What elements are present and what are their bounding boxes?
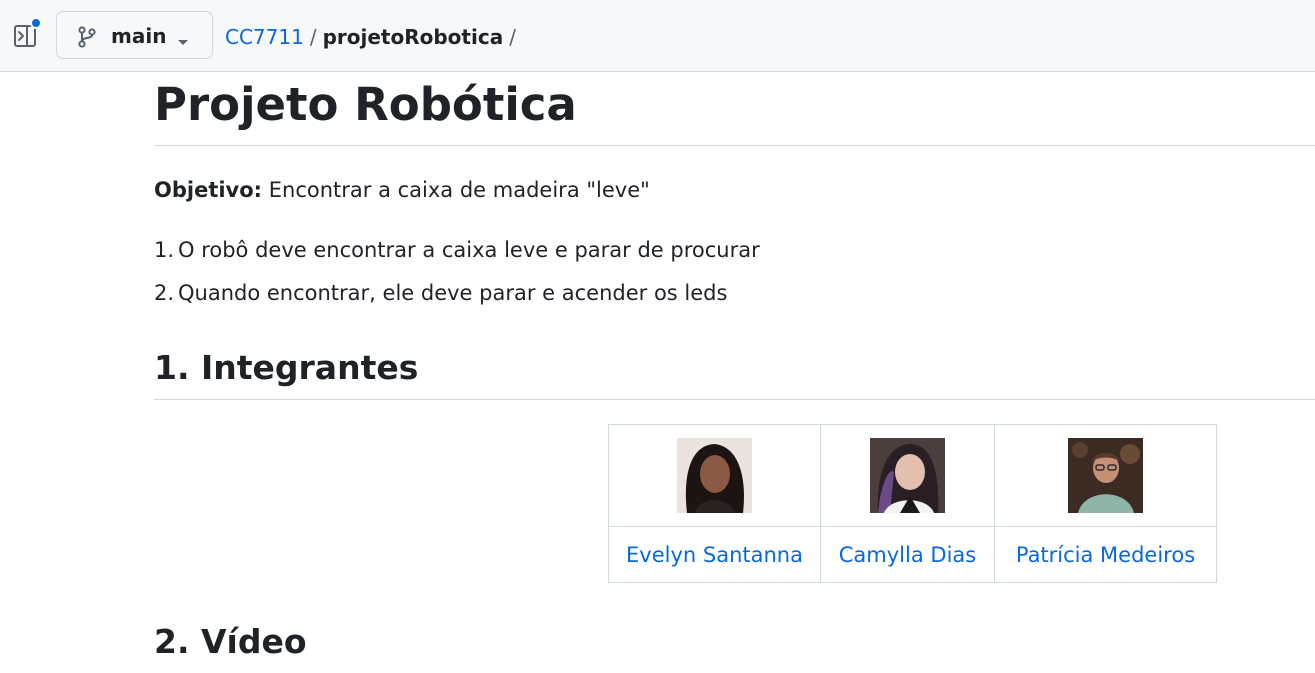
member-photo-cell [608, 424, 821, 527]
breadcrumb-repo: projetoRobotica [322, 25, 504, 49]
member-name-link[interactable]: Evelyn Santanna [608, 526, 821, 583]
member-name-link[interactable]: Camylla Dias [820, 526, 995, 583]
breadcrumb-owner-link[interactable]: CC7711 [225, 25, 304, 49]
branch-label: main [111, 24, 167, 48]
notification-dot [30, 17, 42, 29]
list-item-number: 1. [154, 238, 175, 262]
avatar[interactable] [870, 438, 945, 513]
section-heading-integrantes: 1. Integrantes [154, 348, 419, 387]
member-photo-cell [994, 424, 1217, 527]
list-item-number: 2. [154, 281, 175, 305]
objective-paragraph: Objetivo: Encontrar a caixa de madeira "… [154, 176, 650, 204]
breadcrumb-separator: / [509, 25, 516, 49]
members-table: Evelyn Santanna Camylla Dias Patrícia Me… [608, 424, 1217, 583]
member-photo-cell [820, 424, 995, 527]
branch-selector-button[interactable]: main [56, 11, 213, 59]
section-divider [154, 399, 1315, 400]
avatar[interactable] [677, 438, 752, 513]
section-heading-video: 2. Vídeo [154, 622, 307, 661]
objective-label: Objetivo: [154, 178, 263, 202]
breadcrumb: CC7711/projetoRobotica / [225, 24, 522, 50]
objective-text: Encontrar a caixa de madeira "leve" [262, 178, 650, 202]
git-branch-icon [77, 26, 97, 52]
avatar[interactable] [1068, 438, 1143, 513]
list-item: 1. O robô deve encontrar a caixa leve e … [154, 236, 760, 264]
member-name-link[interactable]: Patrícia Medeiros [994, 526, 1217, 583]
list-item-text: O robô deve encontrar a caixa leve e par… [178, 238, 760, 262]
file-header-bar: main CC7711/projetoRobotica / [0, 0, 1315, 72]
page-title: Projeto Robótica [154, 78, 577, 131]
triangle-down-icon [177, 32, 189, 51]
list-item: 2. Quando encontrar, ele deve parar e ac… [154, 279, 728, 307]
title-divider [154, 145, 1315, 146]
breadcrumb-separator: / [309, 25, 317, 49]
list-item-text: Quando encontrar, ele deve parar e acend… [178, 281, 728, 305]
